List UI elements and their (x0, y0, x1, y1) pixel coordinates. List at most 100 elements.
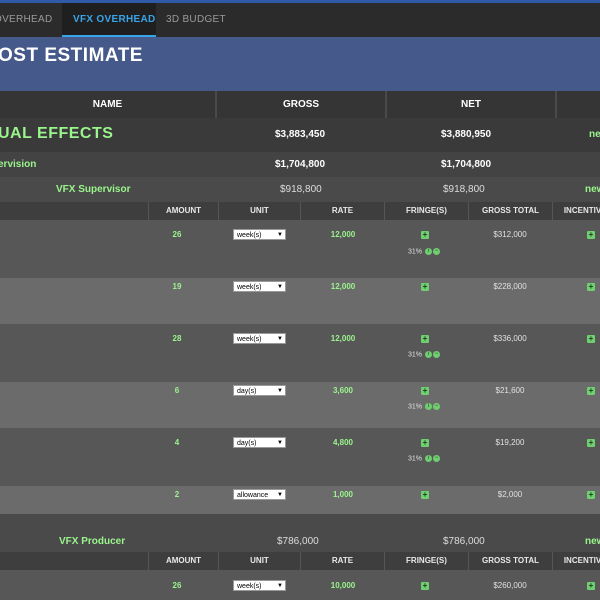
line-rate[interactable]: 1,000 (313, 490, 373, 499)
plus-icon[interactable]: + (587, 283, 595, 291)
unit-select[interactable]: week(s) ▼ (233, 580, 286, 591)
line-amount[interactable]: 26 (157, 581, 197, 590)
plus-icon[interactable]: + (587, 439, 595, 447)
vfx-supervisor-new: new (585, 184, 600, 195)
detail-header-gross-total: GROSS TOTAL (468, 202, 552, 220)
line-rate[interactable]: 4,800 (313, 438, 373, 447)
caret-down-icon: ▼ (277, 492, 283, 498)
column-net[interactable]: NET (387, 91, 555, 118)
detail-header-rate: RATE (300, 552, 384, 570)
plus-icon[interactable]: + (421, 387, 429, 395)
tab-3d-budget[interactable]: 3D BUDGET (166, 3, 246, 37)
supervision-row[interactable]: ervision $1,704,800 $1,704,800 (0, 152, 600, 177)
visual-effects-gross: $3,883,450 (274, 129, 326, 140)
line-amount[interactable]: 6 (157, 386, 197, 395)
vfx-supervisor-gross: $918,800 (280, 184, 322, 195)
caret-down-icon: ▼ (277, 232, 283, 238)
plus-icon[interactable]: + (421, 439, 429, 447)
unit-select-value: day(s) (237, 440, 257, 447)
vfx-producer-title: VFX Producer (59, 536, 126, 547)
line-amount[interactable]: 2 (157, 490, 197, 499)
vfx-producer-net: $786,000 (443, 536, 485, 547)
detail-header-unit: UNIT (218, 202, 300, 220)
caret-down-icon: ▼ (277, 284, 283, 290)
unit-select[interactable]: week(s) ▼ (233, 281, 286, 292)
table-row[interactable]: 6 day(s) ▼ 3,600 + 31% i − $21,600 + (0, 382, 600, 428)
visual-effects-new: ne (589, 129, 600, 140)
tab-bar: OVERHEAD VFX OVERHEAD 3D BUDGET (0, 3, 600, 37)
plus-icon[interactable]: + (587, 231, 595, 239)
line-gross-total: $21,600 (495, 386, 525, 395)
plus-icon[interactable]: + (587, 491, 595, 499)
detail-header-gross-total: GROSS TOTAL (468, 552, 552, 570)
unit-select[interactable]: allowance ▼ (233, 489, 286, 500)
line-gross-total: $2,000 (497, 490, 523, 499)
fringe-percent: 31% (408, 455, 423, 463)
caret-down-icon: ▼ (277, 583, 283, 589)
info-icon[interactable]: i (424, 248, 432, 255)
detail-header: AMOUNT UNIT RATE FRINGE(S) GROSS TOTAL I… (0, 202, 600, 220)
spacer (0, 514, 600, 530)
table-row[interactable]: 2 allowance ▼ 1,000 + $2,000 + (0, 486, 600, 514)
column-name[interactable]: NAME (0, 91, 215, 118)
minus-icon[interactable]: − (432, 351, 440, 358)
minus-icon[interactable]: − (432, 455, 440, 462)
minus-icon[interactable]: − (432, 403, 440, 410)
detail-header-rate: RATE (300, 202, 384, 220)
visual-effects-row[interactable]: UAL EFFECTS $3,883,450 $3,880,950 ne (0, 118, 600, 152)
plus-icon[interactable]: + (421, 283, 429, 291)
plus-icon[interactable]: + (421, 491, 429, 499)
line-rate[interactable]: 10,000 (313, 581, 373, 590)
supervision-net: $1,704,800 (440, 159, 492, 170)
unit-select[interactable]: week(s) ▼ (233, 229, 286, 240)
line-amount[interactable]: 4 (157, 438, 197, 447)
plus-icon[interactable]: + (587, 582, 595, 590)
info-icon[interactable]: i (424, 403, 432, 410)
line-rate[interactable]: 12,000 (313, 334, 373, 343)
unit-select-value: week(s) (237, 583, 262, 590)
table-row[interactable]: 28 week(s) ▼ 12,000 + 31% i − $336,000 + (0, 324, 600, 382)
column-gross[interactable]: GROSS (217, 91, 385, 118)
fringe-value: 31% i − (408, 351, 440, 358)
column-header: NAME GROSS NET (0, 91, 600, 118)
line-gross-total: $260,000 (493, 581, 527, 590)
tab-overhead[interactable]: OVERHEAD (0, 3, 56, 37)
unit-select[interactable]: week(s) ▼ (233, 333, 286, 344)
plus-icon[interactable]: + (421, 582, 429, 590)
supervision-title: ervision (0, 159, 37, 170)
fringe-value: 31% i − (408, 403, 440, 410)
fringe-value: 31% i − (408, 455, 440, 462)
vfx-supervisor-net: $918,800 (443, 184, 485, 195)
visual-effects-title: UAL EFFECTS (0, 125, 114, 142)
vfx-supervisor-row[interactable]: VFX Supervisor $918,800 $918,800 new (0, 178, 600, 202)
info-icon[interactable]: i (424, 351, 432, 358)
line-rate[interactable]: 12,000 (313, 282, 373, 291)
line-amount[interactable]: 28 (157, 334, 197, 343)
visual-effects-net: $3,880,950 (440, 129, 492, 140)
vfx-producer-row[interactable]: VFX Producer $786,000 $786,000 new (0, 530, 600, 554)
page-title: OST ESTIMATE (0, 45, 143, 66)
unit-select[interactable]: day(s) ▼ (233, 385, 286, 396)
fringe-percent: 31% (408, 351, 423, 359)
table-row[interactable]: 26 week(s) ▼ 12,000 + 31% i − $312,000 + (0, 220, 600, 278)
line-amount[interactable]: 26 (157, 230, 197, 239)
unit-select[interactable]: day(s) ▼ (233, 437, 286, 448)
table-row[interactable]: 4 day(s) ▼ 4,800 + 31% i − $19,200 + (0, 428, 600, 486)
tab-vfx-overhead[interactable]: VFX OVERHEAD (62, 3, 156, 37)
plus-icon[interactable]: + (587, 387, 595, 395)
table-row[interactable]: 19 week(s) ▼ 12,000 + $228,000 + (0, 278, 600, 324)
line-rate[interactable]: 12,000 (313, 230, 373, 239)
line-gross-total: $228,000 (493, 282, 527, 291)
plus-icon[interactable]: + (421, 335, 429, 343)
minus-icon[interactable]: − (432, 248, 440, 255)
plus-icon[interactable]: + (421, 231, 429, 239)
info-icon[interactable]: i (424, 455, 432, 462)
line-rate[interactable]: 3,600 (313, 386, 373, 395)
table-row[interactable]: 26 week(s) ▼ 10,000 + $260,000 + (0, 570, 600, 600)
plus-icon[interactable]: + (587, 335, 595, 343)
line-amount[interactable]: 19 (157, 282, 197, 291)
fringe-percent: 31% (408, 248, 423, 256)
line-gross-total: $336,000 (493, 334, 527, 343)
detail-header-amount: AMOUNT (148, 552, 218, 570)
supervision-gross: $1,704,800 (274, 159, 326, 170)
